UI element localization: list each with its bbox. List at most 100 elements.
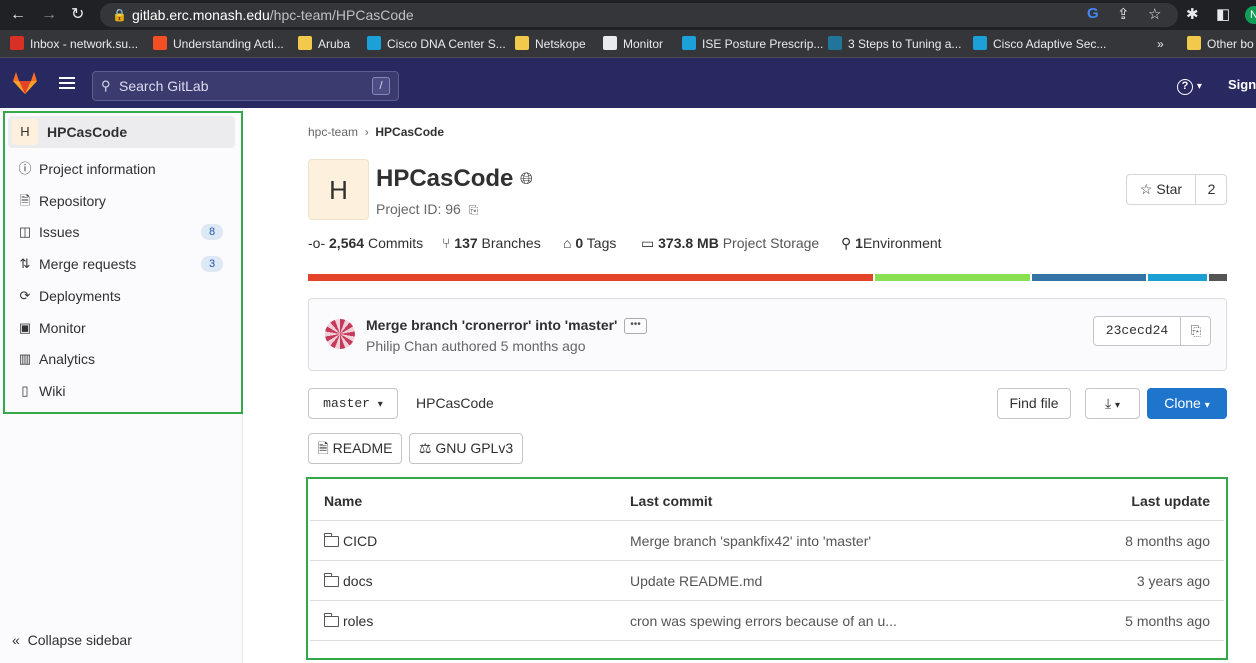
tags-label: Tags [586, 235, 617, 251]
commit-title[interactable]: Merge branch 'cronerror' into 'master' [366, 317, 617, 333]
storage-icon: ▭ [641, 235, 655, 251]
license-button[interactable]: ⚖︎ GNU GPLv3 [409, 433, 523, 464]
bookmark-item[interactable]: ISE Posture Prescrip... [682, 30, 823, 58]
bookmark-item[interactable]: Cisco DNA Center S... [367, 30, 506, 58]
share-icon[interactable]: ⇪ [1117, 5, 1130, 23]
stat-tags[interactable]: ⌂ 0 Tags [563, 235, 616, 251]
profile-avatar[interactable]: N [1245, 6, 1256, 24]
file-icon: 🗎︎ [317, 440, 329, 456]
commits-label: Commits [367, 235, 424, 251]
find-file-button[interactable]: Find file [997, 388, 1071, 419]
scale-icon: ⚖︎ [418, 440, 432, 456]
commit-sha-group: 23cecd24 ⎘ [1093, 316, 1211, 346]
language-segment[interactable] [308, 274, 873, 281]
bookmark-label: Monitor [623, 37, 664, 51]
bookmark-label: Inbox - network.su... [30, 37, 139, 51]
sign-in-link[interactable]: Sign [1228, 77, 1256, 92]
language-segment[interactable] [1147, 274, 1207, 281]
branches-label: Branches [481, 235, 541, 251]
bookmark-item[interactable]: Understanding Acti... [153, 30, 284, 58]
project-id-label: Project ID: 96 [376, 201, 461, 217]
readme-button[interactable]: 🗎︎ README [308, 433, 402, 464]
stat-environment[interactable]: ⚲ 1Environment [841, 235, 942, 252]
folder-icon [298, 36, 312, 50]
bookmarks-bar: Inbox - network.su... Understanding Acti.… [0, 30, 1256, 58]
branches-count: 137 [454, 235, 478, 251]
copy-sha-icon[interactable]: ⎘ [1182, 317, 1210, 345]
language-segment[interactable] [1031, 274, 1146, 281]
breadcrumb-separator: › [364, 125, 369, 139]
stat-commits[interactable]: -o- 2,564 Commits [308, 235, 423, 251]
cisco-icon [973, 36, 987, 50]
bookmarks-overflow-button[interactable]: » [1157, 30, 1164, 58]
gitlab-logo-icon[interactable] [12, 71, 38, 95]
stat-branches[interactable]: ⑂ 137 Branches [442, 235, 541, 251]
wordpress-icon [828, 36, 842, 50]
help-icon[interactable]: ? ▾ [1177, 76, 1202, 95]
extensions-icon[interactable]: ✱ [1186, 5, 1199, 23]
commit-icon: -o- [308, 235, 326, 251]
sidepanel-icon[interactable]: ◧ [1216, 5, 1230, 23]
public-globe-icon: 🌐︎ [520, 171, 533, 188]
folder-icon [515, 36, 529, 50]
readme-label: README [332, 440, 393, 456]
commit-author-line: Philip Chan authored 5 months ago [366, 338, 586, 354]
license-label: GNU GPLv3 [435, 440, 514, 456]
collapse-icon: « [12, 632, 20, 648]
mail-icon [10, 36, 24, 50]
tag-icon: ⌂ [563, 235, 572, 251]
bookmark-item[interactable]: Cisco Adaptive Sec... [973, 30, 1106, 58]
bookmark-item[interactable]: Monitor [603, 30, 663, 58]
page-title: HPCasCode 🌐︎ [376, 165, 533, 193]
star-button-label[interactable]: ☆ Star [1127, 175, 1196, 204]
collapse-sidebar-button[interactable]: « Collapse sidebar [12, 632, 132, 648]
star-count[interactable]: 2 [1196, 175, 1227, 204]
gitlab-header: ⚲ Search GitLab / ? ▾ Sign [0, 58, 1256, 108]
clone-label: Clone [1164, 395, 1201, 411]
download-icon: ⤓ [1104, 395, 1112, 411]
bookmark-item[interactable]: Aruba [298, 30, 350, 58]
star-bookmark-icon[interactable]: ☆ [1148, 5, 1161, 23]
breadcrumb-current[interactable]: HPCasCode [375, 125, 444, 139]
storage-size: 373.8 MB [658, 235, 719, 251]
bookmark-item[interactable]: Other bo [1187, 30, 1254, 58]
copy-id-icon[interactable]: ⎘ [469, 203, 479, 217]
download-button[interactable]: ⤓ ▾ [1085, 388, 1140, 419]
google-icon[interactable]: G [1087, 5, 1099, 22]
bookmark-item[interactable]: 3 Steps to Tuning a... [828, 30, 961, 58]
windows-icon [153, 36, 167, 50]
url-path: /hpc-team/HPCasCode [269, 7, 414, 23]
chevron-down-icon: ▾ [1204, 400, 1210, 411]
environment-count: 1 [855, 235, 863, 251]
stat-storage[interactable]: ▭ 373.8 MB Project Storage [641, 235, 819, 252]
language-bar[interactable] [308, 274, 1227, 281]
bookmark-item[interactable]: Netskope [515, 30, 586, 58]
cisco-icon [682, 36, 696, 50]
lock-icon: 🔒 [112, 8, 127, 22]
star-button[interactable]: ☆ Star 2 [1126, 174, 1227, 205]
bookmark-item[interactable]: Inbox - network.su... [10, 30, 138, 58]
toggle-commit-description-button[interactable]: ••• [624, 318, 647, 334]
bookmark-label: Aruba [318, 37, 351, 51]
language-segment[interactable] [874, 274, 1030, 281]
main-content: hpc-team › HPCasCode H HPCasCode 🌐︎ Proj… [243, 108, 1256, 663]
address-bar[interactable]: 🔒 gitlab.erc.monash.edu/hpc-team/HPCasCo… [100, 3, 1178, 27]
reload-icon[interactable]: ↻ [71, 6, 84, 24]
breadcrumb-parent[interactable]: hpc-team [308, 125, 358, 139]
branch-selector[interactable]: master ▾ [308, 388, 398, 419]
cisco-icon [367, 36, 381, 50]
repo-path[interactable]: HPCasCode [416, 395, 494, 411]
commit-sha[interactable]: 23cecd24 [1094, 317, 1181, 345]
highlight-box-sidebar [3, 111, 243, 414]
back-icon[interactable]: ← [10, 6, 26, 24]
menu-icon[interactable] [59, 77, 75, 89]
search-icon: ⚲ [101, 78, 111, 93]
language-segment[interactable] [1208, 274, 1227, 281]
forward-icon[interactable]: → [41, 6, 57, 24]
chevron-down-icon: ▾ [377, 400, 383, 411]
clone-button[interactable]: Clone ▾ [1147, 388, 1227, 419]
author-avatar[interactable] [325, 319, 355, 349]
star-label-text: Star [1156, 181, 1183, 197]
bookmark-label: Other bo [1207, 37, 1254, 51]
search-input[interactable]: ⚲ Search GitLab / [92, 71, 399, 101]
